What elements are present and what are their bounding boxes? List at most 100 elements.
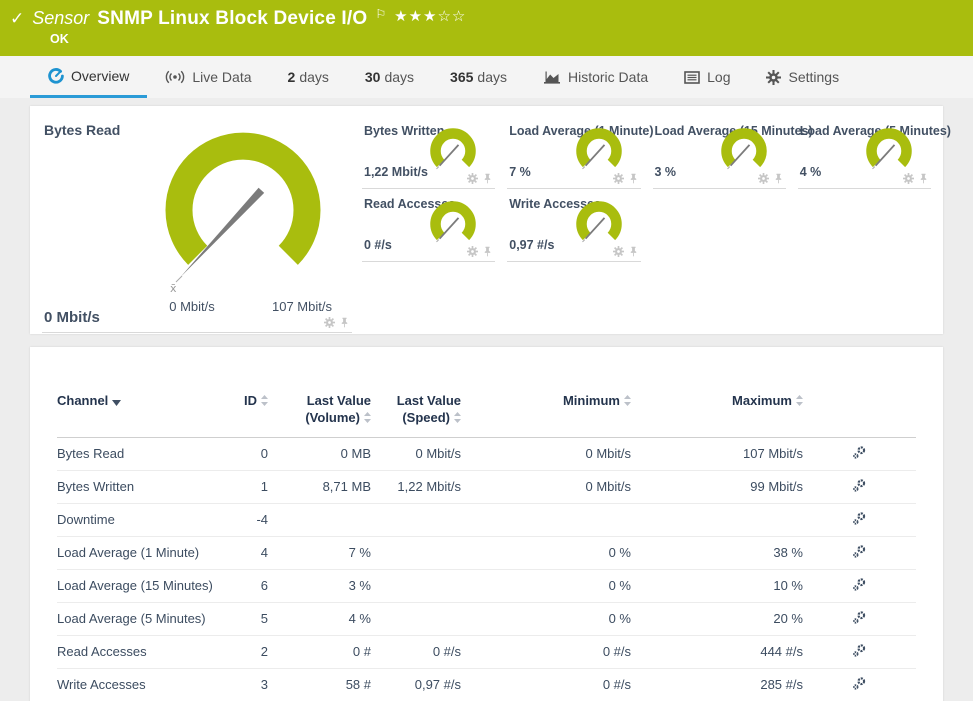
gauge-pin-icon[interactable] [918, 173, 929, 184]
primary-gauge-value: 0 Mbit/s [44, 309, 100, 326]
gauge-pin-icon[interactable] [339, 317, 350, 328]
mini-gauge-value: 0,97 #/s [509, 238, 554, 252]
channel-name: Write Accesses [57, 668, 217, 701]
column-header-id[interactable]: ID [217, 389, 268, 437]
status-check-icon: ✓ [10, 9, 24, 29]
tab-label: Historic Data [568, 69, 648, 85]
edit-channel-gears-icon[interactable] [852, 478, 867, 493]
flag-icon[interactable]: ⚐ [375, 7, 386, 21]
tab-overview[interactable]: Overview [30, 56, 147, 98]
column-header-last-value-speed[interactable]: Last Value(Speed) [371, 389, 461, 437]
table-row: Load Average (15 Minutes) 6 3 % 0 % 10 % [57, 569, 916, 602]
mini-gauge-value: 1,22 Mbit/s [364, 165, 428, 179]
gauge-settings-gear-icon[interactable] [613, 246, 624, 257]
tab-label: Overview [71, 68, 129, 84]
mini-gauge-value: 4 % [800, 165, 822, 179]
gauge-settings-gear-icon[interactable] [758, 173, 769, 184]
gauges-panel: Bytes Read x̄ 0 Mbit/s 107 Mbit/s 0 Mbit… [30, 106, 943, 334]
gauge-pin-icon[interactable] [482, 246, 493, 257]
gauge-icon [48, 68, 64, 84]
tab-label: Live Data [192, 69, 251, 85]
edit-channel-gears-icon[interactable] [852, 511, 867, 526]
maximum-value: 20 % [631, 602, 803, 635]
edit-channel-gears-icon[interactable] [852, 577, 867, 592]
gauge-settings-gear-icon[interactable] [467, 173, 478, 184]
mini-gauge [573, 127, 625, 179]
gauge-settings-gear-icon[interactable] [467, 246, 478, 257]
last-value-volume: 58 # [268, 668, 371, 701]
table-row: Load Average (5 Minutes) 5 4 % 0 % 20 % [57, 602, 916, 635]
table-row: Write Accesses 3 58 # 0,97 #/s 0 #/s 285… [57, 668, 916, 701]
channel-id: 2 [217, 635, 268, 668]
edit-channel-gears-icon[interactable] [852, 544, 867, 559]
column-header-last-value-volume[interactable]: Last Value(Volume) [268, 389, 371, 437]
channel-name: Load Average (15 Minutes) [57, 569, 217, 602]
tab-label: days [477, 69, 507, 85]
minimum-value: 0 Mbit/s [461, 470, 631, 503]
column-header-channel[interactable]: Channel [57, 389, 217, 437]
column-header-minimum[interactable]: Minimum [461, 389, 631, 437]
channel-id: 4 [217, 536, 268, 569]
tab-bar: OverviewLive Data2days30days365daysHisto… [0, 56, 973, 98]
gauge-pin-icon[interactable] [773, 173, 784, 184]
mini-gauge-cell: Bytes Written 1,22 Mbit/s [362, 116, 495, 189]
gauge-scale-max: 107 Mbit/s [254, 299, 350, 314]
edit-channel-gears-icon[interactable] [852, 676, 867, 691]
last-value-speed: 0 Mbit/s [371, 437, 461, 470]
mini-gauge-value: 7 % [509, 165, 531, 179]
column-header-maximum[interactable]: Maximum [631, 389, 803, 437]
sort-icon [454, 411, 461, 428]
mini-gauge [863, 127, 915, 179]
edit-channel-gears-icon[interactable] [852, 643, 867, 658]
table-row: Downtime -4 [57, 503, 916, 536]
mini-gauge-cell: Read Accesses 0 #/s [362, 189, 495, 262]
last-value-speed [371, 602, 461, 635]
last-value-volume: 3 % [268, 569, 371, 602]
mini-gauge-cell: Write Accesses 0,97 #/s [507, 189, 640, 262]
sensor-status-text: OK [50, 32, 961, 46]
minimum-value: 0 % [461, 536, 631, 569]
channel-table: Channel ID Last Value(Volume) Last Value… [57, 389, 916, 701]
tab-log[interactable]: Log [666, 56, 748, 98]
gauge-pin-icon[interactable] [482, 173, 493, 184]
priority-stars[interactable]: ★★★☆☆ [394, 7, 466, 25]
edit-channel-gears-icon[interactable] [852, 445, 867, 460]
gauge-settings-gear-icon[interactable] [324, 317, 335, 328]
sensor-status-bar: ✓ Sensor SNMP Linux Block Device I/O ⚐ ★… [0, 0, 973, 56]
channel-name: Read Accesses [57, 635, 217, 668]
gauge-pin-icon[interactable] [628, 173, 639, 184]
last-value-volume: 4 % [268, 602, 371, 635]
gauge-settings-gear-icon[interactable] [903, 173, 914, 184]
last-value-speed [371, 503, 461, 536]
primary-gauge: x̄ [158, 130, 328, 300]
sort-icon [364, 411, 371, 428]
tab-number: 30 [365, 69, 381, 85]
gauge-pin-icon[interactable] [628, 246, 639, 257]
tab-365-days[interactable]: 365days [432, 56, 525, 98]
last-value-volume: 8,71 MB [268, 470, 371, 503]
gauge-settings-gear-icon[interactable] [613, 173, 624, 184]
tab-30-days[interactable]: 30days [347, 56, 432, 98]
mini-gauge-cell: Load Average (15 Minutes) 3 % [653, 116, 786, 189]
table-row: Bytes Written 1 8,71 MB 1,22 Mbit/s 0 Mb… [57, 470, 916, 503]
historic-data-icon [543, 70, 561, 84]
tab-label: days [299, 69, 329, 85]
channel-name: Load Average (1 Minute) [57, 536, 217, 569]
maximum-value: 285 #/s [631, 668, 803, 701]
tab-2-days[interactable]: 2days [270, 56, 347, 98]
channel-id: 1 [217, 470, 268, 503]
channel-id: 6 [217, 569, 268, 602]
channel-id: 3 [217, 668, 268, 701]
mini-gauge-grid: Bytes Written 1,22 Mbit/s Load Average (… [362, 116, 931, 324]
edit-channel-gears-icon[interactable] [852, 610, 867, 625]
tab-historic-data[interactable]: Historic Data [525, 56, 666, 98]
table-header-row: Channel ID Last Value(Volume) Last Value… [57, 389, 916, 437]
tab-settings[interactable]: Settings [748, 56, 857, 98]
mini-gauge [573, 200, 625, 252]
last-value-volume: 0 # [268, 635, 371, 668]
tab-live-data[interactable]: Live Data [147, 56, 269, 98]
tab-number: 365 [450, 69, 473, 85]
mini-gauge-cell: Load Average (1 Minute) 7 % [507, 116, 640, 189]
tab-label: Log [707, 69, 730, 85]
channel-name: Load Average (5 Minutes) [57, 602, 217, 635]
